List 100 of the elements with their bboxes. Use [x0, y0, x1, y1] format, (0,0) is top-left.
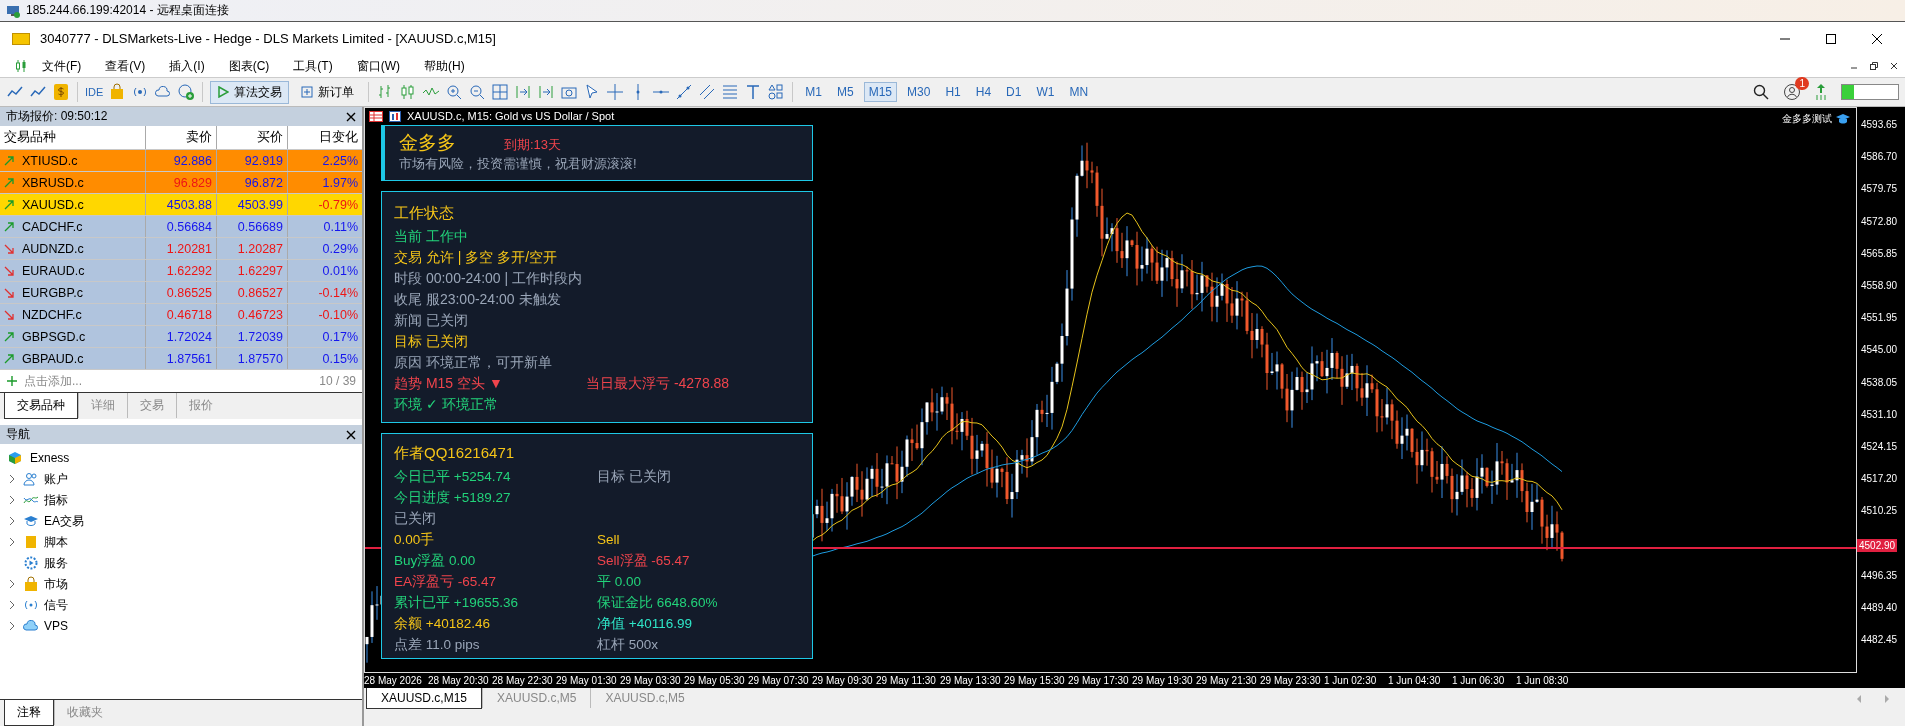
chart-menu-icon[interactable] [369, 110, 383, 122]
menu-item[interactable]: 查看(V) [95, 57, 156, 75]
tree-item[interactable]: 信号 [44, 596, 68, 614]
maximize-icon[interactable] [1825, 32, 1837, 45]
status-line: 交易 允许 | 多空 多开/空开 [394, 249, 558, 266]
menu-item[interactable]: 窗口(W) [346, 57, 410, 75]
time-tick: 29 May 11:30 [876, 675, 937, 686]
symbol-name: XBRUSD.c [22, 175, 84, 190]
close-icon[interactable] [1889, 61, 1899, 71]
zoom-out-icon[interactable] [468, 83, 487, 101]
timeframe-button[interactable]: M5 [832, 82, 859, 102]
chevron-right-icon[interactable] [8, 579, 16, 589]
chart-tab[interactable]: XAUUSD.c,M15 [366, 688, 483, 709]
symbol-row[interactable]: XAUUSD.c 4503.88 4503.99 -0.79% [0, 194, 362, 216]
menu-item[interactable]: 文件(F) [32, 57, 92, 75]
timeframe-button[interactable]: MN [1064, 82, 1094, 102]
connection-meter [1841, 84, 1899, 100]
bid-price: 1.72024 [146, 326, 217, 347]
panel-tab[interactable]: 交易品种 [4, 393, 78, 419]
search-icon[interactable] [1753, 84, 1769, 100]
symbol-row[interactable]: EURAUD.c 1.62292 1.62297 0.01% [0, 260, 362, 282]
column-header[interactable]: 交易品种 [0, 126, 146, 149]
timeframe-button[interactable]: D1 [1001, 82, 1027, 102]
channel-icon[interactable] [698, 83, 717, 101]
graduation-cap-icon [1836, 113, 1850, 125]
add-symbol-link[interactable]: 点击添加... [24, 372, 82, 390]
tree-item[interactable]: VPS [44, 619, 68, 633]
stat-text: 今日进度 +5189.27 [394, 489, 511, 506]
stat-text: Sell [597, 531, 620, 548]
symbol-row[interactable]: EURGBP.c 0.86525 0.86527 -0.14% [0, 282, 362, 304]
panel-tab[interactable]: 注释 [4, 700, 54, 726]
chevron-right-icon[interactable] [8, 495, 16, 505]
symbol-row[interactable]: GBPAUD.c 1.87561 1.87570 0.15% [0, 348, 362, 370]
column-header[interactable]: 买价 [217, 126, 288, 149]
menu-item[interactable]: 帮助(H) [414, 57, 475, 75]
column-header[interactable]: 日变化 [288, 126, 362, 149]
people-icon [23, 471, 39, 487]
symbol-row[interactable]: XBRUSD.c 96.829 96.872 1.97% [0, 172, 362, 194]
chevron-right-icon[interactable] [8, 474, 16, 484]
timeframe-button[interactable]: H4 [970, 82, 997, 102]
section-title: 工作状态 [394, 204, 455, 221]
tree-item[interactable]: 账户 [44, 470, 68, 488]
window-title: 3040777 - DLSMarkets-Live - Hedge - DLS Markets Limited - [XAUUSD.c,M15] [40, 31, 496, 46]
ide-button[interactable]: IDE [85, 86, 104, 98]
grid-icon[interactable] [491, 83, 510, 101]
tree-item[interactable]: 脚本 [44, 533, 68, 551]
restore-icon[interactable] [1869, 61, 1879, 71]
remote-desktop-icon [6, 3, 20, 18]
globe-plus-icon[interactable] [177, 83, 196, 101]
time-tick: 29 May 17:30 [1068, 675, 1130, 686]
tree-item[interactable]: 指标 [44, 491, 68, 509]
menu-item[interactable]: 插入(I) [159, 57, 215, 75]
shapes-icon[interactable] [767, 83, 786, 101]
ask-price: 0.46723 [217, 304, 288, 325]
daily-change: 0.15% [321, 350, 359, 368]
timeframe-button[interactable]: W1 [1031, 82, 1060, 102]
new-order-button[interactable]: 新订单 [294, 80, 362, 104]
chevron-right-icon[interactable] [8, 600, 16, 610]
user-icon[interactable] [1783, 83, 1801, 101]
app-logo-icon [12, 32, 30, 45]
symbol-row[interactable]: GBPSGD.c 1.72024 1.72039 0.17% [0, 326, 362, 348]
panel-title: 市场报价: 09:50:12 [6, 108, 108, 125]
chevron-right-icon[interactable] [8, 537, 16, 547]
time-tick: 29 May 01:30 [556, 675, 618, 686]
algo-trading-button[interactable]: 算法交易 [210, 80, 290, 104]
trend-line-icon[interactable] [675, 83, 694, 101]
ask-price: 1.20287 [217, 238, 288, 259]
author-label: 作者QQ16216471 [394, 444, 516, 461]
menu-item[interactable]: 图表(C) [218, 57, 280, 75]
column-header[interactable]: 卖价 [146, 126, 217, 149]
time-tick: 29 May 05:30 [684, 675, 746, 686]
play-icon [217, 86, 230, 98]
price-tick: 4482.45 [1861, 634, 1898, 646]
timeframe-button[interactable]: M30 [902, 82, 936, 102]
dollar-icon[interactable] [52, 83, 70, 101]
tree-item[interactable]: 市场 [44, 575, 68, 593]
plus-icon[interactable] [6, 375, 18, 387]
timeframe-button[interactable]: M15 [863, 82, 898, 102]
symbol-name: AUDNZD.c [22, 241, 84, 256]
close-icon[interactable] [346, 429, 356, 440]
price-tick: 4572.80 [1861, 215, 1898, 227]
menu-item[interactable]: 工具(T) [283, 57, 343, 75]
symbol-row[interactable]: NZDCHF.c 0.46718 0.46723 -0.10% [0, 304, 362, 326]
symbol-row[interactable]: AUDNZD.c 1.20281 1.20287 0.29% [0, 238, 362, 260]
symbol-row[interactable]: CADCHF.c 0.56684 0.56689 0.11% [0, 216, 362, 238]
symbol-name: EURAUD.c [22, 263, 85, 278]
timeframe-button[interactable]: M1 [800, 82, 827, 102]
chevron-right-icon[interactable] [8, 516, 16, 526]
symbol-row[interactable]: XTIUSD.c 92.886 92.919 2.25% [0, 150, 362, 172]
ask-price: 0.56689 [217, 216, 288, 237]
connection-icon[interactable] [1815, 83, 1827, 101]
close-icon[interactable] [346, 111, 356, 122]
close-icon[interactable] [1871, 32, 1883, 45]
tree-item[interactable]: 服务 [44, 554, 68, 572]
chevron-right-icon[interactable] [8, 621, 16, 631]
tree-item[interactable]: Exness [30, 451, 70, 465]
timeframe-button[interactable]: H1 [940, 82, 966, 102]
tree-item[interactable]: EA交易 [44, 512, 84, 530]
stat-text: 杠杆 500x [597, 636, 659, 653]
zoom-in-icon[interactable] [445, 83, 464, 101]
